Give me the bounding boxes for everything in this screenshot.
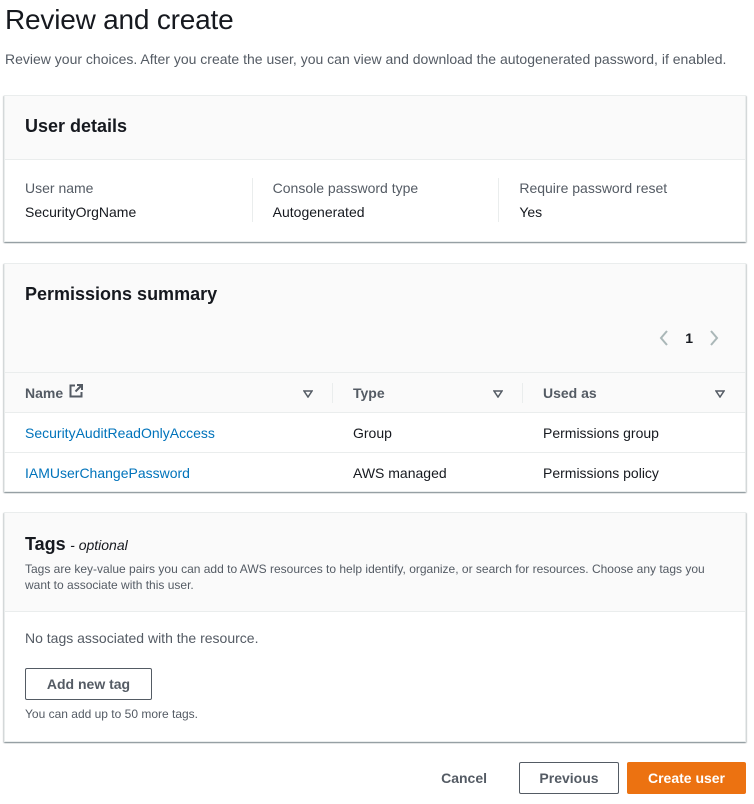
chevron-left-icon[interactable]	[657, 328, 671, 348]
field-console-password-type: Console password type Autogenerated	[251, 178, 499, 222]
permissions-title: Permissions summary	[25, 284, 218, 304]
tags-body: No tags associated with the resource. Ad…	[5, 612, 745, 739]
sort-icon[interactable]	[302, 385, 314, 401]
field-label: User name	[25, 180, 94, 196]
cancel-button[interactable]: Cancel	[421, 762, 507, 794]
table-row: IAMUserChangePassword AWS managed Permis…	[5, 453, 745, 493]
page-number[interactable]: 1	[685, 330, 693, 346]
external-link-icon[interactable]	[69, 384, 84, 401]
field-label: Console password type	[272, 180, 419, 196]
user-details-panel: User details User name SecurityOrgName C…	[4, 95, 746, 242]
column-header-name[interactable]: Name	[5, 372, 333, 413]
cell-name: SecurityAuditReadOnlyAccess	[5, 412, 333, 453]
field-value: SecurityOrgName	[25, 204, 137, 220]
tags-heading: Tags - optional	[25, 534, 725, 555]
tags-panel: Tags - optional Tags are key-value pairs…	[4, 512, 746, 742]
empty-tags-message: No tags associated with the resource.	[25, 630, 259, 646]
field-require-password-reset: Require password reset Yes	[498, 178, 745, 222]
tags-description: Tags are key-value pairs you can add to …	[25, 562, 705, 592]
add-new-tag-button[interactable]: Add new tag	[25, 668, 152, 700]
cell-used-as: Permissions group	[523, 412, 745, 453]
tags-limit-hint: You can add up to 50 more tags.	[25, 707, 199, 721]
cell-used-as: Permissions policy	[543, 464, 659, 481]
cell-name: IAMUserChangePassword	[5, 453, 333, 493]
tags-title: Tags	[25, 534, 66, 554]
column-label: Name	[25, 384, 64, 401]
form-actions: Cancel Previous Create user	[421, 762, 746, 794]
cell-type: Group	[333, 412, 523, 453]
field-user-name: User name SecurityOrgName	[5, 178, 252, 222]
user-details-title: User details	[25, 116, 128, 136]
field-label: Require password reset	[519, 180, 668, 196]
chevron-right-icon[interactable]	[707, 328, 721, 348]
page-title: Review and create	[5, 4, 234, 35]
sort-icon[interactable]	[492, 385, 504, 401]
cell-type: AWS managed	[353, 464, 447, 481]
field-value: Yes	[519, 204, 543, 220]
column-header-type[interactable]: Type	[333, 372, 523, 413]
table-row: SecurityAuditReadOnlyAccess Group Permis…	[5, 412, 745, 453]
permissions-summary-panel: Permissions summary 1 Name Type Used as …	[4, 263, 746, 492]
page-description: Review your choices. After you create th…	[5, 51, 727, 67]
permissions-table: Name Type Used as SecurityAuditReadOnlyA…	[5, 372, 745, 493]
column-header-used-as[interactable]: Used as	[523, 372, 745, 413]
tags-optional-label: - optional	[70, 537, 128, 553]
column-label: Type	[353, 384, 385, 401]
field-value: Autogenerated	[272, 204, 365, 220]
previous-button[interactable]: Previous	[519, 762, 619, 794]
pagination: 1	[657, 328, 721, 348]
user-details-fields: User name SecurityOrgName Console passwo…	[5, 160, 745, 222]
create-user-button[interactable]: Create user	[627, 762, 746, 794]
tags-header: Tags - optional Tags are key-value pairs…	[5, 513, 745, 612]
sort-icon[interactable]	[714, 385, 726, 401]
user-details-header: User details	[5, 96, 745, 160]
permissions-header: Permissions summary 1	[5, 264, 745, 372]
permission-link[interactable]: IAMUserChangePassword	[25, 465, 190, 481]
table-header-row: Name Type Used as	[5, 372, 745, 413]
permission-link[interactable]: SecurityAuditReadOnlyAccess	[25, 425, 215, 441]
column-label: Used as	[543, 384, 597, 401]
